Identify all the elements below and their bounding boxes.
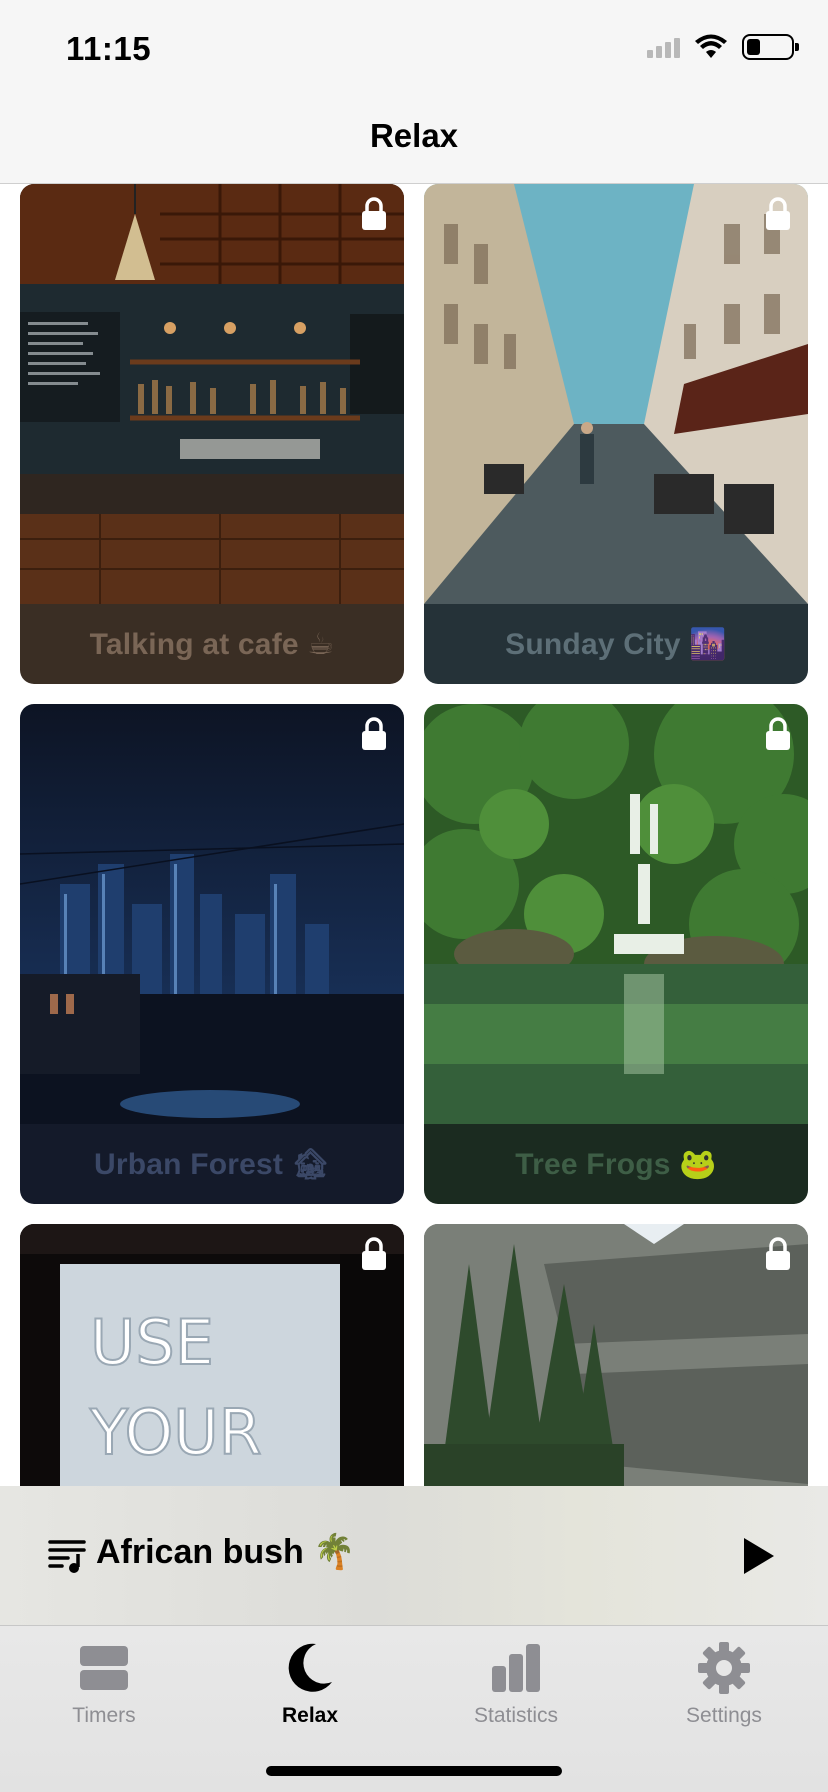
home-indicator[interactable]: [266, 1766, 562, 1776]
neon-sign-text-line2: YOUR: [89, 1396, 262, 1469]
wifi-icon: [695, 34, 727, 58]
sound-card-title: Sunday City 🌆: [424, 604, 808, 684]
play-button[interactable]: [738, 1536, 778, 1576]
sound-card-city[interactable]: Sunday City 🌆: [424, 184, 808, 684]
waterfall-image: [424, 704, 808, 1124]
sound-card-title: Tree Frogs 🐸: [424, 1124, 808, 1204]
sound-card-title: Talking at cafe ☕: [20, 604, 404, 684]
tab-statistics[interactable]: Statistics: [426, 1640, 606, 1750]
page-title: Relax: [369, 116, 459, 154]
mountain-cliff-image: [424, 1224, 808, 1486]
sound-card-tree-frogs[interactable]: Tree Frogs 🐸: [424, 704, 808, 1204]
tab-label: Statistics: [473, 1704, 559, 1727]
bar-chart-icon: [492, 1644, 540, 1692]
queue-music-icon[interactable]: [48, 1536, 86, 1574]
sound-card-mountain[interactable]: [424, 1224, 808, 1486]
battery-level: [747, 39, 760, 55]
cafe-image: [20, 184, 404, 604]
gear-icon: [698, 1642, 750, 1694]
neon-sign-text-line1: USE: [90, 1306, 214, 1379]
lock-icon: [362, 717, 386, 750]
tab-settings[interactable]: Settings: [634, 1640, 814, 1750]
lock-icon: [362, 1237, 386, 1270]
sound-grid[interactable]: Talking at cafe ☕ Sunday City 🌆 Urban Fo…: [0, 184, 828, 1486]
tab-label: Settings: [686, 1704, 762, 1727]
sound-card-neon[interactable]: USE YOUR: [20, 1224, 404, 1486]
cellular-signal-icon: [647, 36, 680, 58]
lock-icon: [362, 197, 386, 230]
status-bar: 11:15: [0, 0, 828, 96]
sound-card-urban-forest[interactable]: Urban Forest 🏚: [20, 704, 404, 1204]
tab-relax[interactable]: Relax: [220, 1640, 400, 1750]
stack-icon: [80, 1646, 128, 1690]
tab-label: Relax: [281, 1704, 339, 1727]
status-icons: [647, 34, 799, 60]
status-time: 11:15: [66, 30, 152, 67]
lock-icon: [766, 717, 790, 750]
mini-player[interactable]: African bush 🌴: [0, 1486, 828, 1626]
night-skyline-image: [20, 704, 404, 1124]
neon-sign-image: USE YOUR: [20, 1224, 404, 1486]
moon-icon: [288, 1643, 332, 1692]
lock-icon: [766, 197, 790, 230]
tab-timers[interactable]: Timers: [14, 1640, 194, 1750]
tab-label: Timers: [72, 1704, 136, 1727]
sound-card-title: Urban Forest 🏚: [20, 1124, 404, 1204]
sound-card-cafe[interactable]: Talking at cafe ☕: [20, 184, 404, 684]
lock-icon: [766, 1237, 790, 1270]
battery-icon: [742, 34, 799, 60]
play-icon: [744, 1538, 774, 1574]
navigation-bar: Relax: [0, 96, 828, 184]
now-playing-title[interactable]: African bush 🌴: [96, 1532, 356, 1572]
city-street-image: [424, 184, 808, 604]
